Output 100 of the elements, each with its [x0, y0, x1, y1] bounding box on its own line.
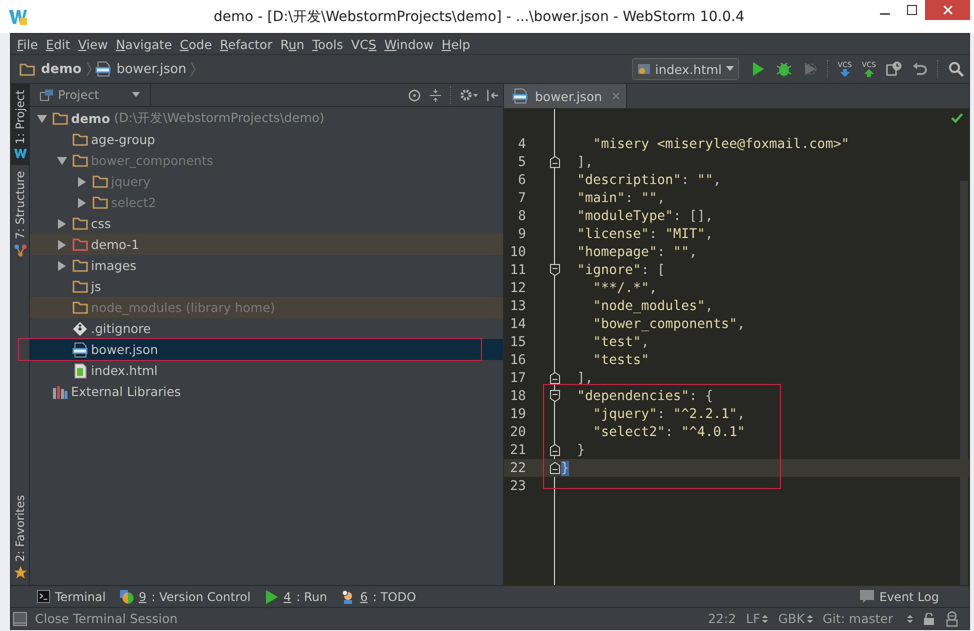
settings-icon[interactable] — [460, 88, 478, 102]
menu-item[interactable]: Window — [380, 36, 438, 52]
undo-icon[interactable] — [912, 61, 928, 77]
tool-window-button[interactable]: 9 : Version Control — [116, 590, 261, 604]
menu-item[interactable]: Tools — [308, 36, 348, 52]
run-configuration-dropdown[interactable]: index.html — [632, 58, 739, 80]
code-line: } — [576, 442, 586, 458]
code-line: "jquery": "^2.2.1", — [592, 406, 746, 422]
history-icon[interactable] — [886, 61, 902, 77]
collapsed-arrow-icon[interactable] — [57, 260, 67, 270]
menu-item[interactable]: Navigate — [112, 36, 176, 52]
scrollbar[interactable] — [960, 181, 968, 585]
code-line: "moduleType": [], — [576, 208, 714, 224]
line-number: 11 — [508, 262, 527, 278]
code-line: "description": "", — [576, 172, 722, 188]
editor-tab[interactable]: bower.json — [504, 84, 628, 108]
collapse-all-icon[interactable] — [429, 88, 442, 102]
star-icon — [14, 566, 26, 579]
tree-item[interactable]: images — [30, 255, 503, 276]
event-log-button[interactable]: Event Log — [860, 590, 939, 604]
line-number: 13 — [508, 298, 527, 314]
collapsed-arrow-icon[interactable] — [57, 240, 67, 250]
json-file-icon — [512, 88, 528, 104]
inspector-icon[interactable] — [945, 610, 959, 626]
tree-item[interactable]: css — [30, 213, 503, 234]
search-icon[interactable] — [948, 61, 964, 77]
fold-icon[interactable] — [550, 444, 560, 456]
hide-panel-icon[interactable] — [486, 88, 499, 102]
tree-item[interactable]: js — [30, 276, 503, 297]
menu-item[interactable]: View — [74, 36, 112, 52]
code-line: "tests" — [592, 352, 650, 368]
fold-icon[interactable] — [550, 156, 560, 168]
collapsed-arrow-icon[interactable] — [57, 218, 67, 228]
check-icon — [951, 113, 963, 123]
folder-icon — [72, 132, 88, 147]
menu-item[interactable]: File — [13, 36, 42, 52]
chevron-icon — [190, 61, 196, 77]
tree-item[interactable]: demo-1 — [30, 234, 503, 255]
code-line: "test", — [592, 334, 650, 350]
menu-item[interactable]: Code — [176, 36, 216, 52]
code-line: "homepage": "", — [576, 244, 698, 260]
tool-windows-icon[interactable] — [13, 612, 27, 626]
tool-window-tab[interactable]: 2: Favorites — [11, 489, 29, 585]
collapsed-arrow-icon[interactable] — [77, 176, 87, 186]
folder-icon — [72, 153, 88, 168]
tool-window-button[interactable]: 6 : TODO — [337, 590, 426, 604]
code-line: ], — [576, 154, 594, 170]
line-number: 5 — [516, 154, 527, 170]
tool-window-button[interactable]: 4 : Run — [260, 590, 338, 604]
minimize-icon — [880, 13, 890, 15]
bug-icon[interactable] — [776, 61, 792, 77]
tree-item[interactable]: age-group — [30, 129, 503, 150]
folder-icon — [72, 300, 88, 315]
tool-window-tab[interactable]: 7: Structure — [11, 165, 29, 263]
fold-icon[interactable] — [550, 462, 560, 474]
line-number: 22 — [508, 460, 527, 476]
tool-window-button[interactable]: Terminal — [33, 590, 116, 604]
menu-item[interactable]: Refactor — [216, 36, 276, 52]
maximize-icon — [906, 5, 916, 15]
html-file-icon — [72, 362, 88, 378]
expanded-arrow-icon[interactable] — [37, 114, 47, 124]
breadcrumb-item[interactable]: demo — [19, 62, 86, 76]
line-separator-selector[interactable]: LF — [746, 611, 768, 626]
browser-icon — [637, 62, 652, 76]
breadcrumb-item[interactable]: bower.json — [94, 61, 190, 77]
encoding-selector[interactable]: GBK — [778, 611, 813, 626]
folder-icon — [52, 111, 68, 126]
code-line: "**/.*", — [592, 280, 658, 296]
lock-icon[interactable] — [923, 612, 935, 624]
project-path: (D:\开发\WebstormProjects\demo) — [114, 110, 324, 127]
tool-window-tab[interactable]: 1: Project — [11, 84, 29, 166]
line-number: 18 — [508, 388, 527, 404]
tree-item[interactable]: demo (D:\开发\WebstormProjects\demo) — [30, 108, 503, 129]
view-selector[interactable]: Project — [30, 84, 151, 106]
close-button[interactable] — [925, 0, 970, 20]
menu-item[interactable]: Help — [438, 36, 474, 52]
caret-position[interactable]: 22:2 — [708, 611, 736, 626]
menu-item[interactable]: Run — [276, 36, 308, 52]
speech-bubble-icon — [860, 590, 874, 604]
fold-icon[interactable] — [550, 264, 560, 276]
line-number: 10 — [508, 244, 527, 260]
tree-item[interactable]: .gitignore — [30, 318, 503, 339]
app-logo — [9, 8, 27, 24]
code-line: "misery <miserylee@foxmail.com>" — [592, 136, 850, 152]
expanded-arrow-icon[interactable] — [57, 156, 67, 166]
tree-item[interactable]: index.html — [30, 360, 503, 381]
locate-icon[interactable] — [408, 88, 421, 102]
fold-icon[interactable] — [550, 390, 560, 402]
menu-item[interactable]: VCS — [347, 36, 380, 52]
tree-item[interactable]: External Libraries — [30, 381, 503, 402]
menu-item[interactable]: Edit — [42, 36, 74, 52]
code-line: ], — [576, 370, 594, 386]
line-number: 14 — [508, 316, 527, 332]
structure-icon — [14, 244, 26, 257]
code-line: "select2": "^4.0.1" — [592, 424, 746, 440]
line-number: 16 — [508, 352, 527, 368]
git-file-icon — [72, 320, 88, 336]
fold-icon[interactable] — [550, 372, 560, 384]
git-branch-selector[interactable]: Git: master — [822, 611, 913, 626]
collapsed-arrow-icon[interactable] — [77, 198, 87, 208]
